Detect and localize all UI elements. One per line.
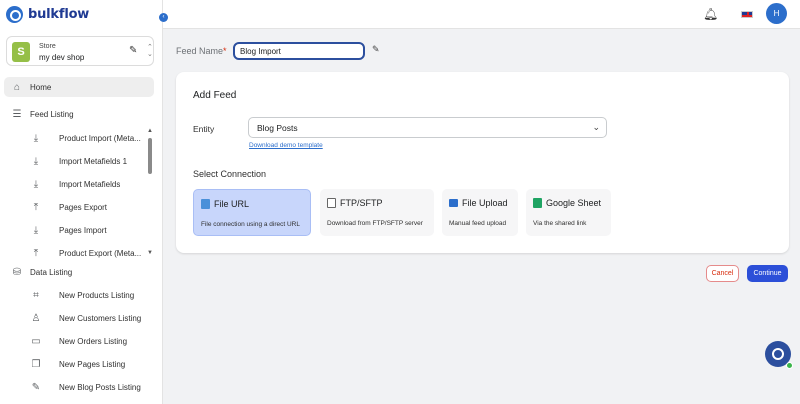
download-icon: ⤓ — [33, 224, 39, 236]
add-feed-card: Add Feed Entity Blog Posts ⌄ Download de… — [176, 72, 789, 253]
sidebar-subitem-data[interactable]: ✎ New Blog Posts Listing — [28, 377, 146, 397]
scroll-thumb[interactable] — [148, 138, 152, 174]
upload-icon: ⤒ — [33, 247, 39, 259]
top-bar: 🔔︎ H — [163, 0, 800, 29]
sidebar-subitem-label: Product Export (Meta... — [59, 248, 142, 258]
sidebar-subitem-label: Pages Import — [59, 225, 107, 235]
tag-icon: ⌗ — [33, 289, 39, 301]
app-logo[interactable]: bulkflow — [6, 6, 89, 23]
sidebar-subitem-label: Import Metafields 1 — [59, 156, 128, 166]
home-icon: ⌂ — [13, 81, 21, 93]
sidebar-subitem-feed[interactable]: ⤒ Pages Export — [28, 197, 146, 217]
continue-button[interactable]: Continue — [747, 265, 788, 282]
connection-desc: Via the shared link — [533, 220, 587, 227]
connection-option-google-sheet[interactable]: Google Sheet Via the shared link — [526, 189, 611, 236]
store-edit-icon[interactable]: ✎ — [129, 45, 137, 56]
feed-name-label: Feed Name* — [176, 46, 227, 56]
sidebar-item-feed-listing[interactable]: ☰ Feed Listing — [4, 104, 154, 124]
database-icon: ⛁ — [12, 266, 22, 278]
sidebar-item-label: Data Listing — [30, 267, 73, 277]
connection-title: File URL — [214, 199, 250, 209]
list-icon: ☰ — [12, 108, 22, 120]
sidebar-subitem-label: Product Import (Meta... — [59, 133, 141, 143]
sidebar-collapse-toggle[interactable]: ‹ — [159, 13, 168, 22]
avatar[interactable]: H — [766, 3, 787, 24]
ftp-icon — [327, 198, 336, 208]
sidebar-subitem-data[interactable]: ▭ New Orders Listing — [28, 331, 146, 351]
sidebar-subitem-label: New Customers Listing — [59, 313, 142, 323]
store-label: Store — [39, 43, 56, 50]
bell-icon[interactable]: 🔔︎ — [703, 7, 718, 21]
pencil-icon[interactable]: ✎ — [372, 44, 380, 55]
connection-option-ftp[interactable]: FTP/SFTP Download from FTP/SFTP server — [320, 189, 434, 236]
connection-option-file-url[interactable]: File URL File connection using a direct … — [193, 189, 311, 236]
scroll-down-arrow-icon[interactable]: ▼ — [147, 250, 153, 256]
sidebar-subitem-feed[interactable]: ⤒ Product Export (Meta... — [28, 243, 146, 263]
download-icon: ⤓ — [33, 155, 39, 167]
edit-icon: ✎ — [31, 381, 41, 393]
sidebar-item-label: Home — [30, 82, 52, 92]
download-icon: ⤓ — [33, 178, 39, 190]
sidebar-item-home[interactable]: ⌂ Home — [4, 77, 154, 97]
google-sheet-icon — [533, 198, 542, 208]
app-name: bulkflow — [28, 7, 90, 22]
inbox-icon: ▭ — [31, 335, 41, 347]
connection-title: FTP/SFTP — [340, 198, 383, 208]
upload-icon: ⤒ — [33, 201, 39, 213]
folder-icon — [449, 199, 458, 207]
sidebar-subitem-label: New Pages Listing — [59, 359, 126, 369]
feed-list-scrollbar[interactable]: ▲ ▼ — [147, 128, 153, 260]
sidebar-subitem-label: Import Metafields — [59, 179, 121, 189]
sidebar-item-data-listing[interactable]: ⛁ Data Listing — [4, 262, 154, 282]
entity-label: Entity — [193, 124, 215, 134]
sidebar-subitem-label: New Orders Listing — [59, 336, 128, 346]
bulkflow-logo-icon — [6, 6, 23, 23]
select-connection-label: Select Connection — [193, 169, 267, 179]
sidebar-subitem-feed[interactable]: ⤓ Pages Import — [28, 220, 146, 240]
connection-title: File Upload — [462, 198, 508, 208]
chevron-down-icon: ⌄ — [592, 122, 600, 132]
sidebar-subitem-data[interactable]: ❐ New Pages Listing — [28, 354, 146, 374]
feed-name-input[interactable] — [233, 42, 365, 60]
download-demo-template-link[interactable]: Download demo template — [249, 142, 323, 149]
entity-select-value: Blog Posts — [257, 123, 298, 133]
add-user-icon: ♙ — [31, 312, 41, 324]
connection-desc: Manual feed upload — [449, 220, 507, 227]
store-selector[interactable]: S Store my dev shop ✎ ⌃ ⌄ — [6, 36, 154, 66]
cancel-button[interactable]: Cancel — [706, 265, 739, 282]
sidebar-subitem-feed[interactable]: ⤓ Import Metafields 1 — [28, 151, 146, 171]
connection-desc: File connection using a direct URL — [201, 221, 300, 228]
sidebar-subitem-feed[interactable]: ⤓ Import Metafields — [28, 174, 146, 194]
scroll-up-arrow-icon[interactable]: ▲ — [147, 128, 153, 134]
sidebar-subitem-data[interactable]: ⌗ New Products Listing — [28, 285, 146, 305]
card-title: Add Feed — [193, 90, 237, 101]
connection-option-file-upload[interactable]: File Upload Manual feed upload — [442, 189, 518, 236]
pages-icon: ❐ — [31, 358, 41, 370]
sidebar-subitem-label: New Blog Posts Listing — [59, 382, 141, 392]
file-url-icon — [201, 199, 210, 209]
connection-title: Google Sheet — [546, 198, 602, 208]
sidebar-subitem-feed[interactable]: ⤓ Product Import (Meta... — [28, 128, 146, 148]
sidebar-item-label: Feed Listing — [30, 109, 74, 119]
store-switch-icon[interactable]: ⌃ ⌄ — [147, 44, 153, 58]
sidebar-subitem-label: New Products Listing — [59, 290, 135, 300]
store-name: my dev shop — [39, 53, 85, 62]
connection-desc: Download from FTP/SFTP server — [327, 220, 423, 227]
sidebar-subitem-data[interactable]: ♙ New Customers Listing — [28, 308, 146, 328]
entity-select[interactable]: Blog Posts ⌄ — [248, 117, 607, 138]
download-icon: ⤓ — [33, 132, 39, 144]
uk-flag-icon[interactable] — [741, 11, 753, 18]
shopify-bag-icon: S — [12, 42, 30, 62]
online-status-dot — [786, 362, 793, 369]
sidebar: bulkflow S Store my dev shop ✎ ⌃ ⌄ ⌂ Home… — [0, 0, 163, 404]
sidebar-subitem-label: Pages Export — [59, 202, 108, 212]
